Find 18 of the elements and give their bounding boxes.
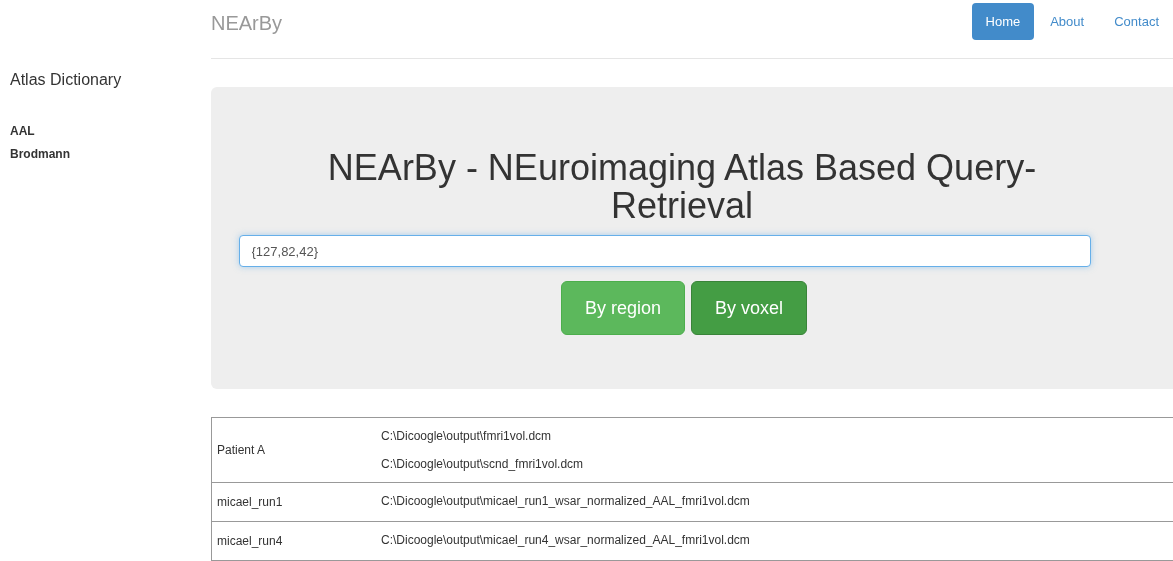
brand-title[interactable]: NEArBy — [211, 8, 283, 38]
table-cell-text: micael_run4 — [216, 533, 284, 550]
sidebar-link[interactable]: Brodmann — [10, 146, 211, 162]
file-path: C:\Dicoogle\output\micael_run4_wsar_normalized_AAL_fmri1vol.dcm — [381, 532, 750, 548]
nav-tab[interactable]: Home — [971, 3, 1035, 40]
search-button[interactable]: By voxel — [691, 281, 808, 335]
nav-tab[interactable]: Contact — [1100, 3, 1173, 40]
nav-tab[interactable]: About — [1036, 3, 1099, 40]
sidebar-title: Atlas Dictionary — [10, 70, 123, 90]
file-path: C:\Dicoogle\output\fmri1vol.dcm — [381, 428, 553, 444]
sidebar-link[interactable]: AAL — [10, 123, 211, 139]
file-path: C:\Dicoogle\output\scnd_fmri1vol.dcm — [381, 456, 584, 472]
query-field[interactable]: {127,82,42} — [238, 235, 1091, 267]
file-path: C:\Dicoogle\output\micael_run1_wsar_normalized_AAL_fmri1vol.dcm — [381, 493, 750, 509]
search-button[interactable]: By region — [560, 281, 685, 335]
table-cell-text: Patient A — [216, 442, 267, 459]
hero-title: NEArBy - NEuroimaging Atlas Based Query-Retrieval — [326, 149, 1038, 225]
table-cell-text: micael_run1 — [216, 494, 284, 511]
